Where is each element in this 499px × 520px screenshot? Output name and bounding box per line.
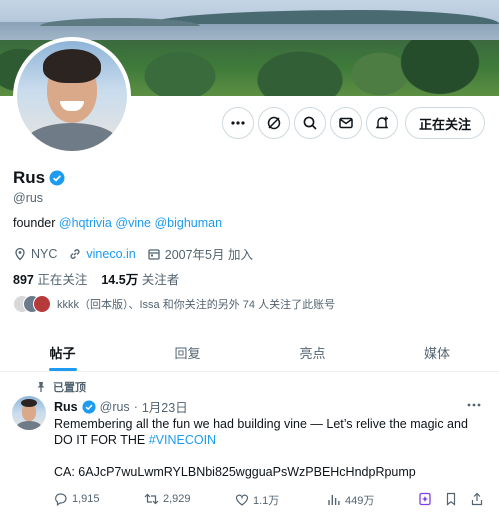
active-tab-indicator [49,368,77,371]
pin-icon [35,381,47,393]
profile-stats: 897 正在关注 14.5万 关注者 [13,269,179,288]
bookmark-button[interactable] [444,492,458,506]
views-button[interactable]: 449万 [327,492,374,508]
tweet-avatar[interactable] [12,396,46,430]
tweet-author-handle[interactable]: @rus [100,400,130,414]
profile-name-row: Rus [13,168,65,188]
tweet-body: Remembering all the fun we had building … [54,417,468,447]
search-icon [302,115,318,131]
share-button[interactable] [470,492,484,506]
tweet-more-button[interactable] [466,398,482,412]
like-button[interactable]: 1.1万 [235,492,279,508]
website-link[interactable]: vineco.in [86,247,135,261]
pinned-label: 已置顶 [35,379,86,395]
tweet-ca-line: CA: 6AJcP7wuLwmRYLBNbi825wgguaPsWzPBEHcH… [54,465,416,479]
notify-icon [374,115,390,131]
profile-handle: @rus [13,191,44,205]
views-icon [327,493,341,507]
followers-stat[interactable]: 14.5万 关注者 [101,269,179,288]
location-text: NYC [31,246,58,261]
tab-replies[interactable]: 回复 [125,332,250,372]
banner-ridge [150,10,499,24]
views-count: 449万 [345,495,375,507]
tab-posts[interactable]: 帖子 [0,332,125,372]
following-count: 897 [13,273,34,287]
profile-bio: founder @hqtrivia @vine @bighuman [13,216,222,230]
profile-meta: NYC vineco.in 2007年5月 加入 [13,244,264,263]
following-stat[interactable]: 897 正在关注 [13,269,87,288]
bio-mention-hqtrivia[interactable]: @hqtrivia [59,216,112,230]
message-icon [338,115,354,131]
mutual-avatars [13,295,51,313]
grok-button[interactable] [258,107,290,139]
display-name: Rus [13,168,46,187]
bio-mention-bighuman[interactable]: @bighuman [154,216,222,230]
profile-tabs: 帖子 回复 亮点 媒体 [0,332,499,372]
reply-icon [54,492,68,506]
mutual-avatar [33,295,51,313]
grok-tweet-button[interactable] [418,492,432,506]
followers-you-know[interactable]: kkkk（回本版）、Issa 和你关注的另外 74 人关注了此账号 [13,294,335,314]
calendar-icon [147,247,161,261]
followers-you-know-text: kkkk（回本版）、Issa 和你关注的另外 74 人关注了此账号 [57,299,336,311]
more-button[interactable] [222,107,254,139]
bookmark-icon [444,492,458,506]
retweet-button[interactable]: 2,929 [144,492,191,506]
verified-icon[interactable] [82,399,96,414]
tweet-actions: 1,915 2,929 1.1万 449万 [54,492,484,510]
grok-icon [418,492,432,506]
tweet-text: Remembering all the fun we had building … [54,416,484,448]
tab-media[interactable]: 媒体 [375,332,499,372]
tweet-author-name[interactable]: Rus [54,400,78,414]
profile-location: NYC [13,247,57,261]
pinned-text: 已置顶 [53,382,86,394]
more-icon [466,398,482,412]
tweet-date[interactable]: 1月23日 [142,397,188,416]
grok-icon [266,115,282,131]
retweet-icon [144,492,159,506]
reply-count: 1,915 [72,493,100,505]
tweet-header: Rus @rus · 1月23日 [54,397,188,416]
profile-website[interactable]: vineco.in [68,247,136,261]
profile-actions: 正在关注 [0,107,499,139]
followers-count: 14.5万 [101,273,139,287]
retweet-count: 2,929 [163,493,191,505]
followers-label: 关注者 [141,273,180,287]
tab-highlights[interactable]: 亮点 [250,332,375,372]
location-icon [13,247,27,261]
bio-mention-vine[interactable]: @vine [115,216,151,230]
following-button[interactable]: 正在关注 [405,107,485,139]
like-icon [235,493,249,507]
profile-joined: 2007年5月 加入 [147,244,253,263]
share-icon [470,492,484,506]
more-icon [230,115,246,131]
search-button[interactable] [294,107,326,139]
tweet-separator: · [133,399,138,414]
link-icon [68,247,82,261]
following-label: 正在关注 [37,273,88,287]
reply-button[interactable]: 1,915 [54,492,100,506]
tweet-hashtag[interactable]: #VINECOIN [149,433,216,447]
message-button[interactable] [330,107,362,139]
bio-text: founder [13,216,56,230]
joined-text: 2007年5月 加入 [164,248,253,262]
notify-button[interactable] [366,107,398,139]
verified-icon[interactable] [49,170,65,186]
like-count: 1.1万 [253,495,280,507]
